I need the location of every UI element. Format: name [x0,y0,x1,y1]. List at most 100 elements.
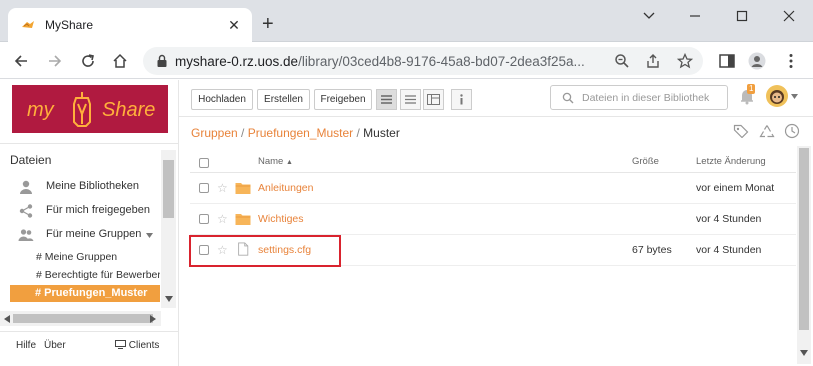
scroll-down-arrow-icon[interactable] [165,296,173,302]
star-icon[interactable]: ☆ [217,182,228,194]
user-avatar[interactable] [766,85,788,107]
library-search-input[interactable]: Dateien in dieser Bibliothek [550,85,728,110]
column-size-header[interactable]: Größe [632,156,659,167]
clients-link[interactable]: Clients [115,340,159,351]
user-icon [20,180,32,194]
history-clock-icon[interactable] [784,123,800,139]
list-view-icon[interactable] [376,89,397,110]
myshare-logo[interactable]: my Share [12,85,168,133]
help-link[interactable]: Hilfe [16,340,36,351]
breadcrumb-groups[interactable]: Gruppen [191,126,238,140]
sidebar-item-label: Meine Bibliotheken [46,180,139,192]
tag-icon[interactable] [733,124,749,138]
row-checkbox[interactable] [199,183,209,193]
highlight-box [189,235,341,267]
sidebar-scroll-thumb[interactable] [163,160,174,218]
caret-down-icon[interactable] [146,233,153,238]
share-button[interactable]: Freigeben [314,89,372,110]
browser-toolbar: myshare-0.rz.uos.de/library/03ced4b8-917… [0,42,813,79]
sidebar-item-label: Für meine Gruppen [46,228,142,240]
grid-view-icon[interactable] [400,89,421,110]
browser-tab[interactable]: MyShare ✕ [8,8,252,42]
zoom-icon[interactable] [614,53,630,69]
recycle-icon[interactable] [759,124,775,138]
close-window-icon[interactable] [774,6,804,26]
back-arrow-icon[interactable] [10,50,32,72]
share-page-icon[interactable] [645,53,661,69]
lock-icon[interactable] [156,54,168,68]
chevron-down-icon[interactable] [634,6,664,26]
maximize-icon[interactable] [727,6,757,26]
sidebar-heading: Dateien [10,153,52,167]
folder-icon [235,214,251,225]
tab-title: MyShare [45,18,94,32]
group-icon [18,229,34,241]
file-size: 67 bytes [632,244,672,256]
breadcrumb-current: Muster [363,126,400,140]
sidebar-active-label: # Pruefungen_Muster [35,287,148,299]
sidebar-subitem-applicants[interactable]: # Berechtigte für Bewerber [36,269,160,281]
logo-mark-icon [73,92,91,127]
bookmark-star-icon[interactable] [677,53,693,69]
breadcrumb: Gruppen / Pruefungen_Muster / Muster [191,126,400,140]
scroll-down-arrow-icon[interactable] [800,350,808,356]
column-view-icon[interactable] [423,89,444,110]
column-name-label: Name [258,156,284,167]
row-checkbox[interactable] [199,214,209,224]
url-path: /library/03ced4b8-9176-45a8-bd07-2dea3f2… [298,54,585,69]
search-icon [562,92,574,104]
info-icon[interactable] [451,89,472,110]
main-scroll-thumb[interactable] [799,148,809,330]
sidepanel-icon[interactable] [718,52,736,70]
scroll-left-arrow-icon[interactable] [4,315,10,323]
user-menu-caret-icon[interactable] [791,94,798,99]
table-row[interactable]: ☆ Anleitungen vor einem Monat [190,173,796,204]
column-name-header[interactable]: Name ▲ [258,156,293,167]
create-button[interactable]: Erstellen [257,89,310,110]
table-row[interactable]: ☆ Wichtiges vor 4 Stunden [190,204,796,235]
url-text[interactable]: myshare-0.rz.uos.de/library/03ced4b8-917… [175,54,603,69]
url-host: myshare-0.rz.uos.de [175,54,299,69]
notification-badge: 1 [747,84,756,94]
share-icon [19,204,33,218]
page: my Share Dateien Meine Bibliotheken Für … [0,80,813,366]
sidebar-hscroll-thumb[interactable] [13,314,153,323]
select-all-checkbox[interactable] [199,158,209,168]
sidebar-subitem-active[interactable]: # Pruefungen_Muster [10,285,160,302]
monitor-icon [115,340,126,349]
column-modified-header[interactable]: Letzte Änderung [696,156,766,167]
myshare-favicon-icon [22,21,34,28]
notifications-bell-icon[interactable]: 1 [738,84,756,106]
address-bar[interactable]: myshare-0.rz.uos.de/library/03ced4b8-917… [143,47,703,75]
star-icon[interactable]: ☆ [217,213,228,225]
reload-icon[interactable] [77,50,99,72]
logo-text-my: my [27,99,54,121]
browser-menu-icon[interactable] [782,52,800,70]
avatar-face-icon [770,90,784,104]
file-name[interactable]: Wichtiges [258,213,304,225]
file-modified: vor 4 Stunden [696,213,762,225]
breadcrumb-separator: / [241,126,245,140]
scroll-right-arrow-icon[interactable] [150,315,156,323]
sidebar-subitem-my-groups[interactable]: # Meine Gruppen [36,251,117,263]
file-name[interactable]: Anleitungen [258,182,313,194]
breadcrumb-library[interactable]: Pruefungen_Muster [248,126,353,140]
divider [0,143,178,144]
profile-avatar-icon[interactable] [748,52,766,70]
divider [0,331,178,332]
sidebar-item-label: Für mich freigegeben [46,204,150,216]
clients-label: Clients [128,340,160,351]
upload-button[interactable]: Hochladen [191,89,253,110]
file-modified: vor einem Monat [696,182,775,194]
logo-text-share: Share [102,99,156,121]
browser-tabstrip: MyShare ✕ + [0,0,813,42]
about-link[interactable]: Über [44,340,66,351]
minimize-icon[interactable] [680,6,710,26]
home-icon[interactable] [109,50,131,72]
close-tab-icon[interactable]: ✕ [227,17,241,33]
sort-asc-icon: ▲ [285,159,293,166]
file-modified: vor 4 Stunden [696,244,762,256]
forward-arrow-icon[interactable] [44,50,66,72]
new-tab-icon[interactable]: + [262,14,274,34]
search-placeholder: Dateien in dieser Bibliothek [582,92,710,104]
